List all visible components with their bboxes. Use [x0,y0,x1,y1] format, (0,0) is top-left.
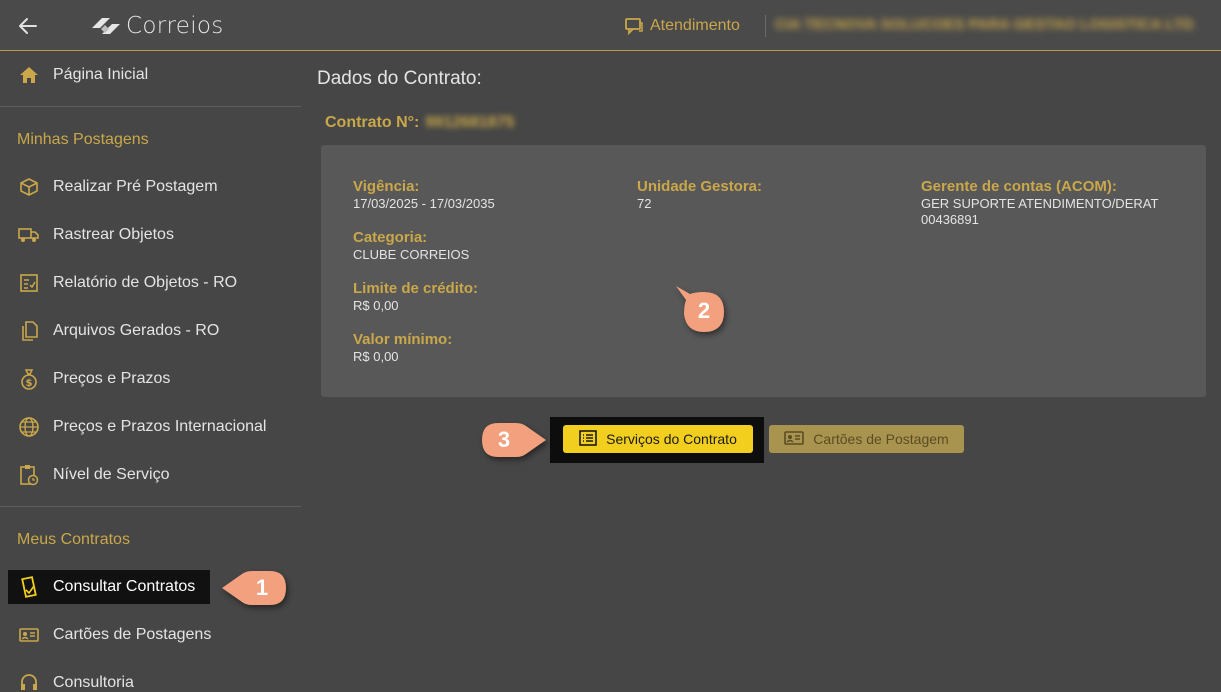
gerente-contas-field: Gerente de contas (ACOM): GER SUPORTE AT… [921,178,1158,228]
top-bar: Correios Atendimento CIA TECNOVA SOLUCOE… [0,0,1221,51]
vigencia-label: Vigência: [353,178,420,195]
unidade-gestora-value: 72 [637,196,652,211]
limite-credito-value: R$ 0,00 [353,298,399,313]
gerente-contas-value: GER SUPORTE ATENDIMENTO/DERAT [921,196,1159,211]
contract-number: Contrato N°: 9912681875 [325,114,514,132]
cartoes-postagem-label: Cartões de Postagem [813,431,949,447]
money-bag-icon: $ [18,368,40,390]
sidebar-divider [0,106,301,107]
servicos-contrato-button[interactable]: Serviços do Contrato [563,425,753,453]
contract-icon [18,576,40,598]
chat-icon [625,18,643,35]
box-icon [18,176,40,198]
sidebar-item-label: Página Inicial [53,66,149,83]
sidebar-item-consultoria[interactable]: Consultoria [8,666,293,692]
sidebar-item-precos-internacional[interactable]: Preços e Prazos Internacional [8,410,293,444]
callout-1: 1 [220,568,288,608]
sidebar-item-label: Preços e Prazos [53,370,171,387]
sidebar-item-rastrear[interactable]: Rastrear Objetos [8,218,293,252]
sidebar-item-pre-postagem[interactable]: Realizar Pré Postagem [8,170,293,204]
globe-icon [18,416,40,438]
servicos-contrato-label: Serviços do Contrato [606,431,737,447]
correios-logo-icon [92,18,120,34]
contract-details-card: Vigência: 17/03/2025 - 17/03/2035 Catego… [321,145,1206,397]
correios-logo[interactable]: Correios [90,11,224,41]
sidebar-item-label: Rastrear Objetos [53,226,174,243]
sidebar-item-label: Realizar Pré Postagem [53,178,218,195]
unidade-gestora-field: Unidade Gestora: 72 [637,178,762,212]
callout-number: 3 [497,427,511,452]
sidebar-item-arquivos[interactable]: Arquivos Gerados - RO [8,314,293,348]
atendimento-label: Atendimento [650,17,740,34]
id-card-icon [18,624,40,646]
categoria-value: CLUBE CORREIOS [353,247,470,262]
sidebar-divider [0,506,301,507]
section-title-contratos: Meus Contratos [17,531,130,548]
sidebar-item-label: Preços e Prazos Internacional [53,418,267,435]
contract-number-value: 9912681875 [425,114,515,131]
categoria-field: Categoria: CLUBE CORREIOS [353,229,469,263]
files-icon [18,320,40,342]
atendimento-link[interactable]: Atendimento [624,15,740,37]
sidebar-item-label: Relatório de Objetos - RO [53,274,238,291]
callout-3: 3 [480,420,548,462]
sidebar-item-consultar-contratos[interactable]: Consultar Contratos [8,570,210,604]
sidebar-item-cartoes[interactable]: Cartões de Postagens [8,618,293,652]
callout-number: 1 [255,575,269,600]
sidebar-item-nivel-servico[interactable]: Nível de Serviço [8,458,293,492]
sidebar-item-label: Consultar Contratos [53,578,196,595]
headset-icon [18,672,40,692]
page-title: Dados do Contrato: [317,68,482,89]
limite-credito-label: Limite de crédito: [353,280,479,297]
limite-credito-field: Limite de crédito: R$ 0,00 [353,280,478,314]
list-icon [579,429,597,449]
valor-minimo-label: Valor mínimo: [353,331,453,348]
sidebar-item-home[interactable]: Página Inicial [8,58,293,92]
sidebar-item-label: Arquivos Gerados - RO [53,322,220,339]
company-name: CIA TECNOVA SOLUCOES PARA GESTAO LOGISTI… [775,16,1195,33]
categoria-label: Categoria: [353,229,428,246]
vigencia-field: Vigência: 17/03/2025 - 17/03/2035 [353,178,495,212]
truck-icon [18,224,40,246]
section-title-postagens: Minhas Postagens [17,131,149,148]
logo-text: Correios [126,13,224,39]
unidade-gestora-label: Unidade Gestora: [637,178,763,195]
gerente-contas-label: Gerente de contas (ACOM): [921,178,1117,195]
header-divider [765,15,766,37]
clipboard-clock-icon [18,464,40,486]
valor-minimo-value: R$ 0,00 [353,349,399,364]
vigencia-value: 17/03/2025 - 17/03/2035 [353,196,495,211]
valor-minimo-field: Valor mínimo: R$ 0,00 [353,331,452,365]
sidebar-item-label: Cartões de Postagens [53,626,212,643]
sidebar-item-relatorio[interactable]: Relatório de Objetos - RO [8,266,293,300]
gerente-contas-code: 00436891 [921,212,979,227]
id-card-icon [784,430,805,449]
callout-2: 2 [674,284,728,338]
back-arrow-icon[interactable] [14,13,42,39]
callout-number: 2 [697,298,711,323]
sidebar-item-precos-prazos[interactable]: $ Preços e Prazos [8,362,293,396]
sidebar-item-label: Consultoria [53,674,134,691]
svg-text:$: $ [26,378,33,389]
contract-number-label: Contrato N°: [325,114,420,131]
cartoes-postagem-button[interactable]: Cartões de Postagem [769,425,964,453]
home-icon [18,64,40,86]
checklist-icon [18,272,40,294]
sidebar-item-label: Nível de Serviço [53,466,170,483]
